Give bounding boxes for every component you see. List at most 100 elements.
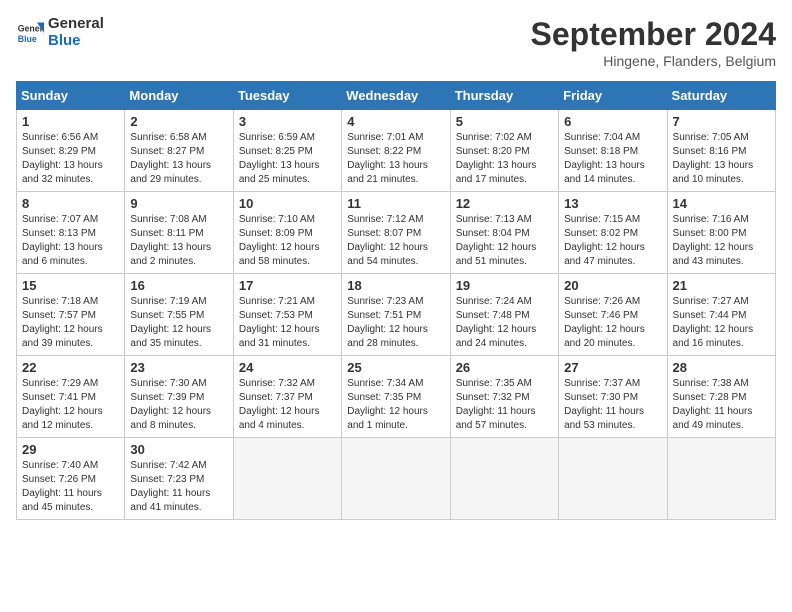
- day-info: Sunrise: 7:42 AM Sunset: 7:23 PM Dayligh…: [130, 459, 227, 515]
- day-number: 23: [130, 360, 227, 375]
- day-cell: 28Sunrise: 7:38 AM Sunset: 7:28 PM Dayli…: [667, 356, 775, 438]
- day-number: 6: [564, 114, 661, 129]
- day-cell: 17 Sunrise: 7:21 AM Sunset: 7:53 PM Dayli…: [233, 274, 341, 356]
- day-info: Sunrise: 7:05 AM Sunset: 8:16 PM Dayligh…: [673, 131, 770, 187]
- day-info: Sunrise: 7:40 AM Sunset: 7:26 PM Dayligh…: [22, 459, 119, 515]
- day-info: Sunrise: 7:19 AM Sunset: 7:55 PM Dayligh…: [130, 295, 227, 351]
- day-cell: 26 Sunrise: 7:35 AM Sunset: 7:32 PM Dayli…: [450, 356, 558, 438]
- day-cell: 2 Sunrise: 6:58 AM Sunset: 8:27 PM Daylig…: [125, 110, 233, 192]
- day-number: 14: [673, 196, 770, 211]
- day-cell: 1 Sunrise: 6:56 AM Sunset: 8:29 PM Daylig…: [17, 110, 125, 192]
- day-info: Sunrise: 7:10 AM Sunset: 8:09 PM Dayligh…: [239, 213, 336, 269]
- day-number: 28: [673, 360, 770, 375]
- day-number: 16: [130, 278, 227, 293]
- day-info: Sunrise: 7:15 AM Sunset: 8:02 PM Dayligh…: [564, 213, 661, 269]
- day-number: 30: [130, 442, 227, 457]
- day-info: Sunrise: 7:12 AM Sunset: 8:07 PM Dayligh…: [347, 213, 444, 269]
- day-cell: 9Sunrise: 7:08 AM Sunset: 8:11 PM Daylig…: [125, 192, 233, 274]
- day-info: Sunrise: 7:02 AM Sunset: 8:20 PM Dayligh…: [456, 131, 553, 187]
- day-info: Sunrise: 6:56 AM Sunset: 8:29 PM Dayligh…: [22, 131, 119, 187]
- day-cell: 22 Sunrise: 7:29 AM Sunset: 7:41 PM Dayli…: [17, 356, 125, 438]
- month-title: September 2024: [531, 16, 776, 53]
- day-number: 11: [347, 196, 444, 211]
- day-info: Sunrise: 7:30 AM Sunset: 7:39 PM Dayligh…: [130, 377, 227, 433]
- day-info: Sunrise: 7:29 AM Sunset: 7:41 PM Dayligh…: [22, 377, 119, 433]
- header-cell-friday: Friday: [559, 82, 667, 110]
- day-number: 12: [456, 196, 553, 211]
- day-cell: 12 Sunrise: 7:13 AM Sunset: 8:04 PM Dayli…: [450, 192, 558, 274]
- day-info: Sunrise: 6:58 AM Sunset: 8:27 PM Dayligh…: [130, 131, 227, 187]
- day-cell: 21Sunrise: 7:27 AM Sunset: 7:44 PM Dayli…: [667, 274, 775, 356]
- location-subtitle: Hingene, Flanders, Belgium: [531, 53, 776, 69]
- day-number: 15: [22, 278, 119, 293]
- day-number: 8: [22, 196, 119, 211]
- day-cell: 4Sunrise: 7:01 AM Sunset: 8:22 PM Daylig…: [342, 110, 450, 192]
- day-cell: 14 Sunrise: 7:16 AM Sunset: 8:00 PM Dayli…: [667, 192, 775, 274]
- day-cell: 29Sunrise: 7:40 AM Sunset: 7:26 PM Dayli…: [17, 438, 125, 520]
- day-number: 25: [347, 360, 444, 375]
- day-number: 1: [22, 114, 119, 129]
- header-cell-wednesday: Wednesday: [342, 82, 450, 110]
- day-cell: 18 Sunrise: 7:23 AM Sunset: 7:51 PM Dayli…: [342, 274, 450, 356]
- day-info: Sunrise: 7:16 AM Sunset: 8:00 PM Dayligh…: [673, 213, 770, 269]
- title-area: September 2024 Hingene, Flanders, Belgiu…: [531, 16, 776, 69]
- day-number: 19: [456, 278, 553, 293]
- logo-line1: General: [48, 16, 104, 33]
- calendar-header-row: SundayMondayTuesdayWednesdayThursdayFrid…: [17, 82, 776, 110]
- logo-icon: General Blue: [16, 19, 44, 47]
- header-cell-saturday: Saturday: [667, 82, 775, 110]
- week-row-5: 29Sunrise: 7:40 AM Sunset: 7:26 PM Dayli…: [17, 438, 776, 520]
- day-cell: 30 Sunrise: 7:42 AM Sunset: 7:23 PM Dayli…: [125, 438, 233, 520]
- day-cell: 6 Sunrise: 7:04 AM Sunset: 8:18 PM Daylig…: [559, 110, 667, 192]
- day-number: 20: [564, 278, 661, 293]
- day-number: 7: [673, 114, 770, 129]
- header-cell-monday: Monday: [125, 82, 233, 110]
- page-header: General Blue General Blue September 2024…: [16, 16, 776, 69]
- day-cell: 20 Sunrise: 7:26 AM Sunset: 7:46 PM Dayli…: [559, 274, 667, 356]
- day-cell: 13 Sunrise: 7:15 AM Sunset: 8:02 PM Dayli…: [559, 192, 667, 274]
- day-number: 13: [564, 196, 661, 211]
- day-info: Sunrise: 7:13 AM Sunset: 8:04 PM Dayligh…: [456, 213, 553, 269]
- day-cell: [450, 438, 558, 520]
- day-number: 5: [456, 114, 553, 129]
- day-info: Sunrise: 7:35 AM Sunset: 7:32 PM Dayligh…: [456, 377, 553, 433]
- week-row-4: 22 Sunrise: 7:29 AM Sunset: 7:41 PM Dayli…: [17, 356, 776, 438]
- day-info: Sunrise: 7:32 AM Sunset: 7:37 PM Dayligh…: [239, 377, 336, 433]
- day-info: Sunrise: 7:18 AM Sunset: 7:57 PM Dayligh…: [22, 295, 119, 351]
- logo-line2: Blue: [48, 33, 104, 50]
- logo: General Blue General Blue: [16, 16, 104, 49]
- day-cell: 27 Sunrise: 7:37 AM Sunset: 7:30 PM Dayli…: [559, 356, 667, 438]
- header-cell-sunday: Sunday: [17, 82, 125, 110]
- day-number: 2: [130, 114, 227, 129]
- day-info: Sunrise: 7:04 AM Sunset: 8:18 PM Dayligh…: [564, 131, 661, 187]
- calendar-body: 1 Sunrise: 6:56 AM Sunset: 8:29 PM Daylig…: [17, 110, 776, 520]
- day-cell: 5 Sunrise: 7:02 AM Sunset: 8:20 PM Daylig…: [450, 110, 558, 192]
- week-row-1: 1 Sunrise: 6:56 AM Sunset: 8:29 PM Daylig…: [17, 110, 776, 192]
- day-cell: 8 Sunrise: 7:07 AM Sunset: 8:13 PM Daylig…: [17, 192, 125, 274]
- week-row-2: 8 Sunrise: 7:07 AM Sunset: 8:13 PM Daylig…: [17, 192, 776, 274]
- svg-text:Blue: Blue: [18, 33, 37, 43]
- day-cell: [342, 438, 450, 520]
- day-info: Sunrise: 7:23 AM Sunset: 7:51 PM Dayligh…: [347, 295, 444, 351]
- week-row-3: 15 Sunrise: 7:18 AM Sunset: 7:57 PM Dayli…: [17, 274, 776, 356]
- day-info: Sunrise: 7:01 AM Sunset: 8:22 PM Dayligh…: [347, 131, 444, 187]
- day-number: 17: [239, 278, 336, 293]
- day-cell: [667, 438, 775, 520]
- day-number: 18: [347, 278, 444, 293]
- day-number: 10: [239, 196, 336, 211]
- day-info: Sunrise: 7:26 AM Sunset: 7:46 PM Dayligh…: [564, 295, 661, 351]
- day-number: 24: [239, 360, 336, 375]
- day-info: Sunrise: 7:24 AM Sunset: 7:48 PM Dayligh…: [456, 295, 553, 351]
- day-cell: 16 Sunrise: 7:19 AM Sunset: 7:55 PM Dayli…: [125, 274, 233, 356]
- day-cell: 7 Sunrise: 7:05 AM Sunset: 8:16 PM Daylig…: [667, 110, 775, 192]
- day-cell: 23 Sunrise: 7:30 AM Sunset: 7:39 PM Dayli…: [125, 356, 233, 438]
- day-info: Sunrise: 7:07 AM Sunset: 8:13 PM Dayligh…: [22, 213, 119, 269]
- day-cell: 24 Sunrise: 7:32 AM Sunset: 7:37 PM Dayli…: [233, 356, 341, 438]
- day-number: 22: [22, 360, 119, 375]
- day-number: 26: [456, 360, 553, 375]
- day-number: 27: [564, 360, 661, 375]
- day-info: Sunrise: 7:08 AM Sunset: 8:11 PM Dayligh…: [130, 213, 227, 269]
- day-info: Sunrise: 6:59 AM Sunset: 8:25 PM Dayligh…: [239, 131, 336, 187]
- day-info: Sunrise: 7:37 AM Sunset: 7:30 PM Dayligh…: [564, 377, 661, 433]
- day-info: Sunrise: 7:21 AM Sunset: 7:53 PM Dayligh…: [239, 295, 336, 351]
